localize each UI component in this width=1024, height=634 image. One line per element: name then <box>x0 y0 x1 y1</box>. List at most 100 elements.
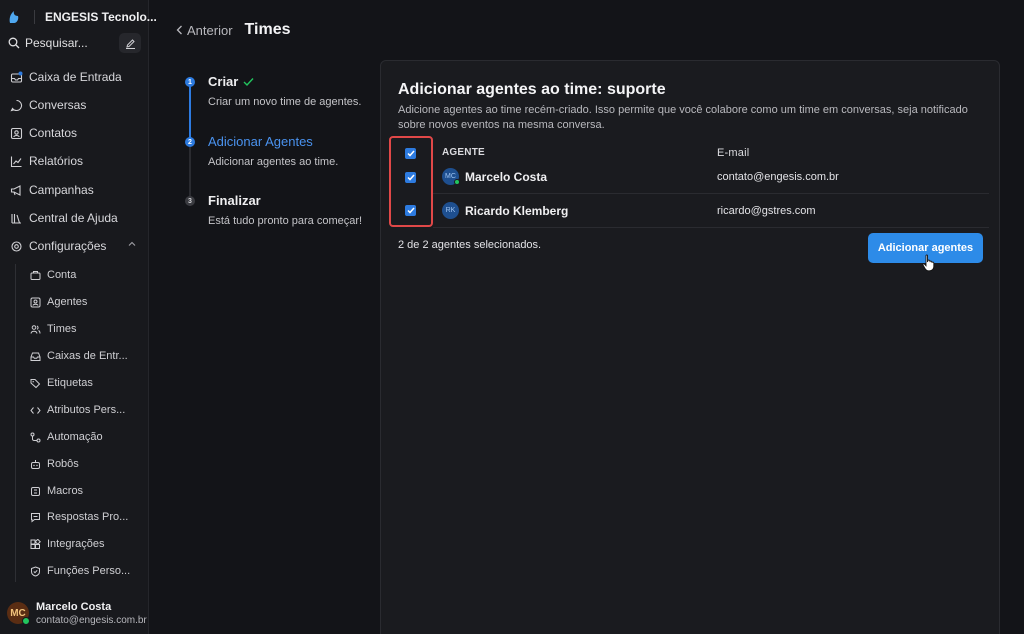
settings-tree-line <box>15 264 16 582</box>
user-name: Marcelo Costa <box>36 601 112 613</box>
automation-icon <box>30 432 41 442</box>
user-email: contato@engesis.com.br <box>36 615 147 626</box>
back-label: Anterior <box>187 22 233 38</box>
settings-label-labels: Etiquetas <box>47 377 93 389</box>
agent-email: ricardo@gstres.com <box>717 205 816 217</box>
nav-label-reports: Relatórios <box>29 154 84 168</box>
settings-item-bots[interactable]: Robôs <box>30 456 79 472</box>
brand[interactable]: ENGESIS Tecnolo... <box>8 8 157 26</box>
library-icon <box>11 213 21 224</box>
settings-label-integrations: Integrações <box>47 538 105 550</box>
nav-item-contacts[interactable]: Contatos <box>10 124 77 142</box>
shield-icon <box>31 565 40 577</box>
page-header: Anterior Times <box>176 20 290 40</box>
settings-label-account: Conta <box>47 269 77 281</box>
step-number: 3 <box>185 196 195 206</box>
settings-item-inboxes[interactable]: Caixas de Entr... <box>30 348 128 364</box>
settings-item-custom-attributes[interactable]: Atributos Pers... <box>30 402 125 418</box>
settings-label-inboxes: Caixas de Entr... <box>47 350 128 362</box>
hand-pointer-icon <box>922 254 935 272</box>
check-icon <box>406 207 415 214</box>
inbox-icon <box>10 71 23 83</box>
pencil-icon <box>125 38 135 49</box>
megaphone-icon <box>10 184 21 196</box>
back-link[interactable]: Anterior <box>176 23 233 38</box>
settings-item-custom-roles[interactable]: Funções Perso... <box>30 563 130 579</box>
chevron-up-icon[interactable] <box>128 240 136 248</box>
compose-button[interactable] <box>119 33 141 53</box>
step-description: Criar um novo time de agentes. <box>208 96 362 108</box>
step-title: Adicionar Agentes <box>208 134 313 149</box>
agent-email: contato@engesis.com.br <box>717 171 839 183</box>
settings-icon <box>11 240 22 252</box>
settings-item-canned-responses[interactable]: Respostas Pro... <box>30 509 128 525</box>
settings-label-custom-attributes: Atributos Pers... <box>47 404 126 416</box>
canned-response-icon <box>31 512 40 523</box>
settings-item-agents[interactable]: Agentes <box>30 294 87 310</box>
column-header-agent: AGENTE <box>442 147 485 158</box>
nav-item-help-center[interactable]: Central de Ajuda <box>10 209 118 227</box>
online-status-dot <box>22 617 30 625</box>
workspace-name: ENGESIS Tecnolo... <box>45 10 157 24</box>
tags-icon <box>30 378 41 388</box>
panel-description: Adicione agentes ao time recém-criado. I… <box>398 104 968 131</box>
nav-label-conversations: Conversas <box>29 98 87 112</box>
chevron-left-icon <box>176 25 182 35</box>
step-number: 1 <box>185 77 195 87</box>
nav-label-help-center: Central de Ajuda <box>29 211 118 225</box>
add-agents-panel: Adicionar agentes ao time: suporte Adici… <box>380 60 1000 634</box>
settings-label-automation: Automação <box>47 431 103 443</box>
search-icon <box>8 37 20 49</box>
nav-item-inbox[interactable]: Caixa de Entrada <box>10 68 122 86</box>
settings-label-agents: Agentes <box>47 296 88 308</box>
nav-label-settings: Configurações <box>29 239 107 253</box>
step-description: Adicionar agentes ao time. <box>208 156 339 168</box>
settings-label-macros: Macros <box>47 485 84 497</box>
settings-item-labels[interactable]: Etiquetas <box>30 375 93 391</box>
code-icon <box>30 406 41 414</box>
sidebar: ENGESIS Tecnolo... Pesquisar... Caixa de… <box>0 0 157 634</box>
page-title: Times <box>244 21 291 38</box>
settings-item-teams[interactable]: Times <box>30 321 77 337</box>
check-icon <box>406 174 415 181</box>
agent-name: Marcelo Costa <box>465 170 548 184</box>
mail-tray-icon <box>30 352 41 361</box>
step-number: 2 <box>185 137 195 147</box>
search-button[interactable]: Pesquisar... <box>6 33 114 53</box>
check-icon <box>406 150 415 157</box>
agent-checkbox-marcelo[interactable] <box>405 172 416 183</box>
nav-item-conversations[interactable]: Conversas <box>10 96 86 114</box>
brand-logo-icon <box>9 11 19 23</box>
settings-item-macros[interactable]: Macros <box>30 483 83 499</box>
search-label: Pesquisar... <box>25 36 88 50</box>
settings-label-canned-responses: Respostas Pro... <box>47 511 129 523</box>
settings-item-account[interactable]: Conta <box>30 267 76 283</box>
line-chart-icon <box>10 156 22 167</box>
person-square-icon <box>30 297 41 307</box>
settings-item-integrations[interactable]: Integrações <box>30 536 104 552</box>
contact-card-icon <box>10 127 23 139</box>
step-title: Criar <box>208 74 254 89</box>
settings-item-automation[interactable]: Automação <box>30 429 103 445</box>
check-icon <box>243 77 254 86</box>
settings-label-custom-roles: Funções Perso... <box>47 565 131 577</box>
step-title: Finalizar <box>208 193 261 208</box>
column-header-email: E-mail <box>717 147 750 159</box>
agent-checkbox-ricardo[interactable] <box>405 205 416 216</box>
select-all-checkbox[interactable] <box>405 148 416 159</box>
row-divider <box>433 193 989 194</box>
people-icon <box>30 324 41 334</box>
chat-bubble-icon <box>10 99 23 111</box>
agent-name: Ricardo Klemberg <box>465 204 569 218</box>
macro-icon <box>31 486 40 496</box>
online-status-dot <box>454 179 460 185</box>
briefcase-icon <box>30 270 41 280</box>
nav-item-campaigns[interactable]: Campanhas <box>10 181 94 199</box>
nav-item-reports[interactable]: Relatórios <box>10 152 83 170</box>
row-divider <box>433 227 989 228</box>
user-profile[interactable]: MC Marcelo Costa contato@engesis.com.br <box>7 599 149 629</box>
step-title-text: Criar <box>208 74 239 89</box>
apps-icon <box>30 538 41 549</box>
wizard-steps: 1 Criar Criar um novo time de agentes. 2… <box>182 70 372 240</box>
nav-item-settings[interactable]: Configurações <box>10 237 140 255</box>
